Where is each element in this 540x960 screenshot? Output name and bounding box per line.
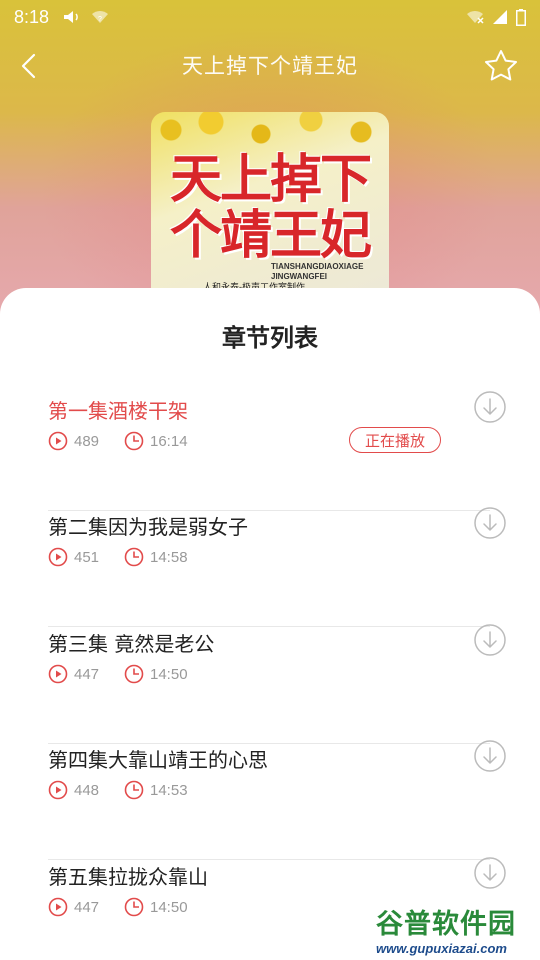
clock-icon — [124, 780, 144, 800]
star-outline-icon — [485, 50, 517, 81]
album-cover: 天上掉下 个靖王妃 TIANSHANGDIAOXIAGE JINGWANGFEI… — [151, 112, 389, 302]
status-time: 8:18 — [14, 6, 50, 27]
duration: 14:53 — [150, 781, 188, 799]
watermark-name: 谷普软件园 — [376, 909, 516, 940]
watermark-url: www.gupuxiazai.com — [376, 941, 507, 956]
play-count-icon — [48, 547, 68, 567]
chapter-list-sheet: 章节列表 第一集酒楼干架 489 16:14 正在播放 第二集因为我是弱女子 4… — [0, 288, 540, 960]
chapter-meta: 451 14:58 — [48, 545, 188, 569]
status-right-icons — [466, 8, 526, 26]
play-count-icon — [48, 780, 68, 800]
volume-icon — [64, 11, 78, 23]
cover-pinyin: TIANSHANGDIAOXIAGE JINGWANGFEI — [271, 262, 363, 282]
download-icon[interactable] — [474, 740, 506, 772]
play-count-icon — [48, 431, 68, 451]
download-icon[interactable] — [474, 624, 506, 656]
duration: 14:50 — [150, 665, 188, 683]
chapter-meta: 448 14:53 — [48, 778, 188, 802]
chapter-item[interactable]: 第三集 竟然是老公 447 14:50 — [48, 624, 506, 744]
play-count-icon — [48, 897, 68, 917]
cover-title: 天上掉下 个靖王妃 — [151, 152, 389, 264]
chapter-meta: 489 16:14 — [48, 429, 188, 453]
page-title: 天上掉下个靖王妃 — [182, 54, 358, 78]
duration: 14:50 — [150, 898, 188, 916]
play-count: 447 — [74, 898, 100, 916]
site-watermark: 谷普软件园 www.gupuxiazai.com — [376, 902, 538, 956]
clock-icon — [124, 897, 144, 917]
back-button[interactable] — [12, 48, 48, 84]
status-bar: 8:18 ? — [0, 0, 540, 34]
duration: 14:58 — [150, 548, 188, 566]
play-count: 451 — [74, 548, 100, 566]
clock-icon — [124, 664, 144, 684]
chapter-item[interactable]: 第四集大靠山靖王的心思 448 14:53 — [48, 740, 506, 860]
cover-title-line2: 个靖王妃 — [169, 205, 372, 266]
play-count: 448 — [74, 781, 100, 799]
cover-pinyin-line1: TIANSHANGDIAOXIAGE — [271, 262, 364, 271]
chapter-item[interactable]: 第一集酒楼干架 489 16:14 正在播放 — [48, 391, 506, 511]
chapter-title: 第四集大靠山靖王的心思 — [48, 748, 268, 772]
chapter-title: 第一集酒楼干架 — [48, 399, 188, 423]
battery-icon — [516, 8, 526, 26]
chapter-meta: 447 14:50 — [48, 662, 188, 686]
chapter-title: 第二集因为我是弱女子 — [48, 515, 248, 539]
app-header: 天上掉下个靖王妃 — [0, 38, 540, 92]
clock-icon — [124, 547, 144, 567]
chapter-item[interactable]: 第二集因为我是弱女子 451 14:58 — [48, 507, 506, 627]
chapter-meta: 447 14:50 — [48, 895, 188, 919]
play-count: 489 — [74, 432, 100, 450]
sheet-title: 章节列表 — [222, 324, 318, 352]
download-icon[interactable] — [474, 857, 506, 889]
svg-text:?: ? — [98, 16, 102, 23]
wifi-off-icon — [467, 11, 484, 24]
signal-icon — [493, 10, 507, 24]
chapter-title: 第五集拉拢众靠山 — [48, 865, 208, 889]
clock-icon — [124, 431, 144, 451]
chevron-left-icon — [21, 53, 36, 79]
cover-title-line1: 天上掉下 — [169, 149, 372, 210]
favorite-button[interactable] — [482, 46, 520, 84]
wifi-question-icon: ? — [92, 11, 109, 23]
chapter-title: 第三集 竟然是老公 — [48, 632, 215, 656]
download-icon[interactable] — [474, 391, 506, 423]
download-icon[interactable] — [474, 507, 506, 539]
play-count: 447 — [74, 665, 100, 683]
now-playing-badge: 正在播放 — [349, 427, 441, 453]
play-count-icon — [48, 664, 68, 684]
duration: 16:14 — [150, 432, 188, 450]
